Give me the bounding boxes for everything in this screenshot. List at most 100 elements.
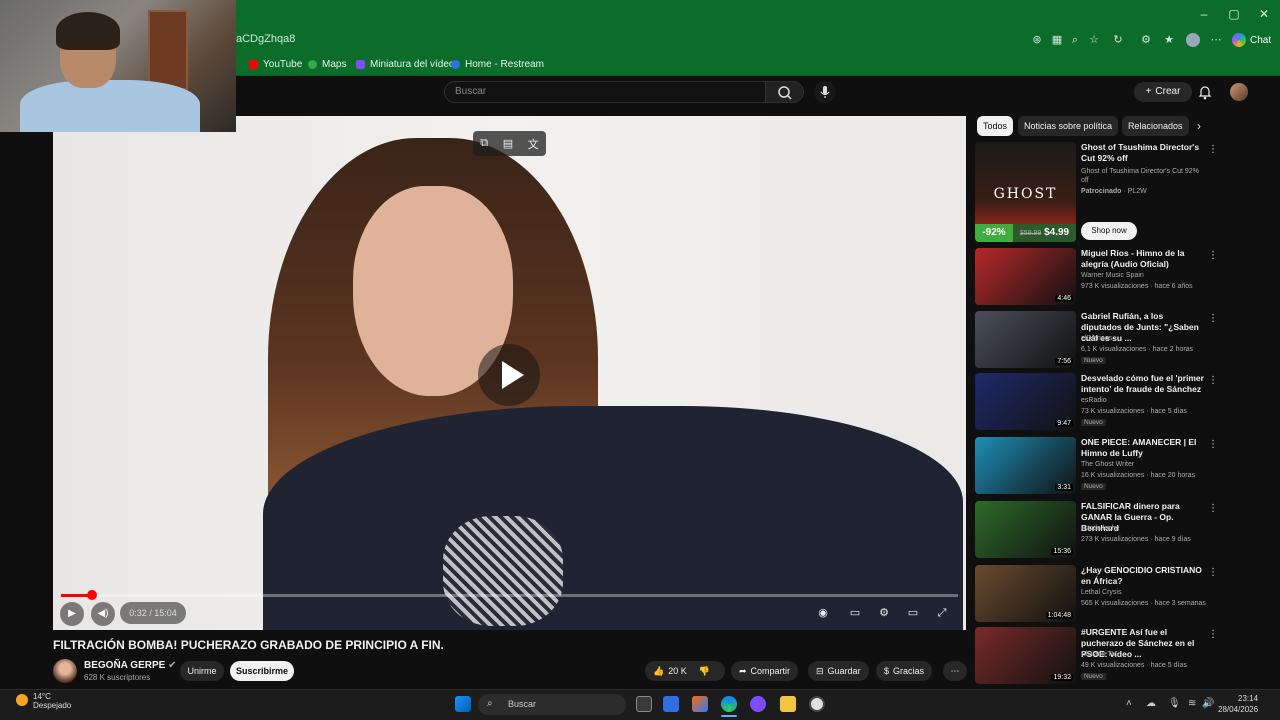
bookmark-restream[interactable]: Home - Restream — [451, 57, 544, 71]
more-actions-icon[interactable]: ⋯ — [943, 661, 967, 681]
grid-icon[interactable]: ▦ — [1050, 33, 1064, 47]
store-icon[interactable] — [663, 696, 679, 712]
recommendation-thumbnail[interactable]: 4:46 — [975, 248, 1076, 305]
recommendation-channel[interactable]: ElDiario TV — [1081, 651, 1116, 658]
weather-icon[interactable] — [16, 694, 28, 706]
recommendation-item[interactable]: 19:32 #URGENTE Así fue el pucherazo de Sá… — [975, 627, 1223, 685]
windows-start-icon[interactable] — [455, 696, 471, 712]
volume-icon[interactable]: ◀) — [91, 602, 115, 626]
recommendation-item[interactable]: 15:36 FALSIFICAR dinero para GANAR la Gue… — [975, 501, 1223, 559]
picture-in-picture-icon[interactable]: ⧉ — [480, 137, 488, 150]
edge-icon[interactable] — [721, 696, 737, 712]
thanks-button[interactable]: $ Gracias — [876, 661, 933, 681]
refresh-icon[interactable]: ↻ — [1111, 33, 1125, 47]
like-icon[interactable]: 👍 — [653, 661, 664, 681]
favorites-bar-icon[interactable]: ★ — [1162, 33, 1176, 47]
task-view-icon[interactable] — [636, 696, 652, 712]
share-button[interactable]: ➦ Compartir — [731, 661, 799, 681]
recommendation-thumbnail[interactable]: 19:32 — [975, 627, 1076, 684]
chip-related[interactable]: Relacionados — [1122, 116, 1189, 136]
ad-title[interactable]: Ghost of Tsushima Director's Cut 92% off — [1081, 142, 1205, 164]
settings-icon[interactable]: ⚙ — [875, 604, 893, 622]
recommendation-title[interactable]: Miguel Ríos - Himno de la alegría (Audio… — [1081, 248, 1205, 270]
recommendation-item[interactable]: 3:31 ONE PIECE: AMANECER | El Himno de Lu… — [975, 437, 1223, 495]
more-options-icon[interactable]: ⋮ — [1208, 144, 1218, 155]
chip-politics[interactable]: Noticias sobre política — [1018, 116, 1119, 136]
play-button[interactable] — [478, 344, 540, 406]
network-icon[interactable]: ☁ — [1146, 698, 1156, 709]
bookmark-thumbnail[interactable]: Miniatura del vídeo — [356, 57, 455, 71]
more-options-icon[interactable]: ⋮ — [1208, 503, 1218, 514]
sponsored-ad[interactable]: GHOST -92% $59.99 $4.99 Ghost of Tsushim… — [975, 142, 1223, 242]
favorite-icon[interactable]: ☆ — [1087, 33, 1101, 47]
obs-icon[interactable] — [809, 696, 825, 712]
profile-icon[interactable] — [1186, 33, 1200, 47]
create-button[interactable]: + Crear — [1134, 82, 1192, 102]
recommendation-item[interactable]: 9:47 Desvelado cómo fue el 'primer intent… — [975, 373, 1223, 431]
theater-mode-icon[interactable]: ▭ — [904, 604, 922, 622]
minimize-icon[interactable]: – — [1196, 6, 1212, 22]
account-avatar[interactable] — [1230, 83, 1248, 101]
recommendation-channel[interactable]: Lethal Crysis — [1081, 589, 1121, 596]
recommendation-item[interactable]: 1:04:48 ¿Hay GENOCIDIO CRISTIANO en Áfric… — [975, 565, 1223, 623]
channel-name[interactable]: BEGOÑA GERPE ✔ — [84, 660, 176, 671]
fullscreen-icon[interactable]: ⤢ — [933, 604, 951, 622]
speaker-icon[interactable]: 🔊 — [1202, 698, 1214, 709]
recommendation-thumbnail[interactable]: 1:04:48 — [975, 565, 1076, 622]
chip-all[interactable]: Todos — [977, 116, 1014, 136]
save-button[interactable]: ⊟ Guardar — [808, 661, 869, 681]
channel-avatar[interactable] — [53, 659, 77, 683]
subtitles-icon[interactable]: ▭ — [846, 604, 864, 622]
taskbar-search[interactable]: Buscar — [478, 694, 626, 715]
search-input[interactable]: Buscar — [444, 81, 766, 103]
clock[interactable]: 23:14 28/04/2026 — [1218, 693, 1258, 715]
like-count[interactable]: 20 K — [668, 661, 687, 681]
more-options-icon[interactable]: ⋮ — [1208, 567, 1218, 578]
bookmark-maps[interactable]: Maps — [308, 57, 346, 71]
more-options-icon[interactable]: ⋮ — [1208, 629, 1218, 640]
microphone-tray-icon[interactable]: 🎙 — [1168, 698, 1181, 709]
recommendation-thumbnail[interactable]: 15:36 — [975, 501, 1076, 558]
search-button[interactable] — [766, 81, 804, 103]
join-button[interactable]: Unirme — [180, 661, 224, 681]
translate-icon[interactable]: 文 — [528, 136, 539, 152]
ad-thumbnail[interactable]: GHOST -92% $59.99 $4.99 — [975, 142, 1076, 242]
recommendation-item[interactable]: 4:46 Miguel Ríos - Himno de la alegría (A… — [975, 248, 1223, 306]
file-explorer-icon[interactable] — [780, 696, 796, 712]
copilot-app-icon[interactable] — [692, 696, 708, 712]
copilot-chat-button[interactable]: Chat — [1232, 31, 1271, 49]
maximize-icon[interactable]: ▢ — [1226, 6, 1242, 22]
recommendation-channel[interactable]: esRadio — [1081, 397, 1107, 404]
zoom-icon[interactable]: ⌕ — [1068, 33, 1082, 47]
recommendation-channel[interactable]: A toda leche — [1081, 525, 1120, 532]
progress-bar[interactable] — [61, 594, 958, 597]
more-options-icon[interactable]: ⋮ — [1208, 250, 1218, 261]
wifi-icon[interactable]: ≋ — [1188, 698, 1196, 709]
show-hidden-icons-icon[interactable]: ˄ — [1126, 698, 1132, 709]
recommendation-thumbnail[interactable]: 7:56 — [975, 311, 1076, 368]
more-options-icon[interactable]: ⋮ — [1208, 375, 1218, 386]
translate-icon[interactable]: ⊛ — [1030, 33, 1044, 47]
shop-now-button[interactable]: Shop now — [1081, 222, 1137, 240]
dislike-icon[interactable]: 👎 — [699, 661, 710, 681]
chevron-right-icon[interactable]: › — [1197, 119, 1201, 133]
autoplay-toggle-icon[interactable]: ◉ — [814, 604, 832, 622]
app-icon[interactable] — [750, 696, 766, 712]
progress-scrubber[interactable] — [87, 590, 97, 600]
recommendation-item[interactable]: 7:56 Gabriel Rufián, a los diputados de J… — [975, 311, 1223, 369]
play-icon[interactable]: ▶ — [60, 602, 84, 626]
copy-icon[interactable]: ▤ — [503, 137, 513, 150]
notifications-icon[interactable] — [1198, 84, 1212, 100]
more-options-icon[interactable]: ⋮ — [1208, 313, 1218, 324]
recommendation-title[interactable]: Desvelado cómo fue el 'primer intento' d… — [1081, 373, 1205, 395]
extensions-icon[interactable]: ⚙ — [1139, 33, 1153, 47]
url-text[interactable]: aCDgZhqa8 — [236, 33, 295, 45]
bookmark-youtube[interactable]: YouTube — [249, 57, 302, 71]
weather-widget[interactable]: 14°C Despejado — [33, 692, 71, 710]
more-options-icon[interactable]: ⋮ — [1208, 439, 1218, 450]
close-icon[interactable]: ✕ — [1256, 6, 1272, 22]
recommendation-title[interactable]: ONE PIECE: AMANECER | El Himno de Luffy — [1081, 437, 1205, 459]
recommendation-channel[interactable]: elDiarioes — [1081, 335, 1112, 342]
recommendation-thumbnail[interactable]: 3:31 — [975, 437, 1076, 494]
voice-search-button[interactable] — [814, 81, 836, 103]
